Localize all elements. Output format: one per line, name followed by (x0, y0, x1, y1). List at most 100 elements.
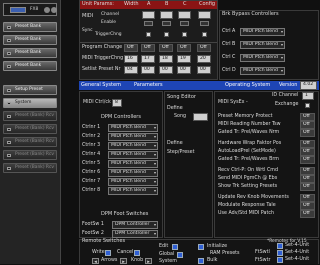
sidebar-button[interactable]: Preset (Bank) Rcv (3, 150, 57, 160)
sidebar-button[interactable]: Preset Bank (3, 48, 57, 58)
trigger-c-checkbox[interactable] (182, 32, 187, 37)
foot-select[interactable]: DPM Controller ▾ (112, 221, 158, 229)
operating-value[interactable]: Off (300, 175, 315, 183)
col-a: A (147, 1, 151, 7)
bypass-select[interactable]: MIDI Ptch Bend ▾ (240, 41, 285, 49)
dpm-select[interactable]: MIDI Ptch Bend ▾ (108, 178, 158, 186)
sidebar-button[interactable]: Preset (Bank) Rcv (3, 124, 57, 134)
trigger-b-checkbox[interactable] (164, 32, 169, 37)
sidebar-button-label: System (15, 100, 32, 105)
program-change-c[interactable]: Off (177, 44, 191, 52)
led-icon (7, 141, 11, 144)
program-change-width[interactable]: Off (124, 44, 138, 52)
sidebar-button[interactable]: Preset Bank (3, 35, 57, 45)
tab-operating-system[interactable]: Operating System (225, 81, 270, 90)
bypass-select[interactable]: MIDI Ptch Bend ▾ (240, 54, 285, 62)
dpm-select[interactable]: MIDI Ptch Bend ▾ (108, 187, 158, 195)
channel-config-field[interactable] (198, 11, 211, 19)
set-b-label: Set-4-Unit (285, 250, 310, 255)
foot-select[interactable]: DPM Controller ▾ (112, 230, 158, 238)
led-icon (7, 65, 11, 68)
trigger-row-c[interactable]: 19 (177, 55, 191, 63)
operating-value[interactable]: Off (300, 140, 315, 148)
channel-c-field[interactable] (178, 11, 191, 19)
bypass-select-value: MIDI Ptch Bend (243, 55, 278, 60)
channel-a-field[interactable] (142, 11, 155, 19)
setlist-a[interactable]: 00 (141, 66, 155, 74)
device-knob-icon (44, 7, 50, 13)
enable-b-toggle[interactable] (162, 21, 171, 26)
sidebar-button[interactable]: Setup Preset (3, 85, 57, 95)
cancel-switch[interactable] (134, 250, 140, 256)
global-switch[interactable] (177, 252, 183, 258)
program-change-b[interactable]: Off (159, 44, 173, 52)
trigger-a-checkbox[interactable] (146, 32, 151, 37)
trigger-row-b[interactable]: 18 (159, 55, 173, 63)
setlist-width[interactable]: 04 (124, 66, 138, 74)
sidebar-button[interactable]: Preset Bank (3, 61, 57, 71)
operating-label: Show Trk Setting Presets (218, 184, 278, 189)
dpm-select[interactable]: MIDI Ptch Bend ▾ (108, 133, 158, 141)
arrow-left-icon[interactable]: ◂ (92, 258, 99, 265)
dpm-select[interactable]: MIDI Ptch Bend ▾ (108, 160, 158, 168)
sidebar-button[interactable]: Preset (Bank) Rcv (3, 137, 57, 147)
operating-value[interactable]: Off (300, 129, 315, 137)
knob-right-icon[interactable]: ▸ (145, 258, 152, 265)
operating-label: Gated Tr: Prel/Waves Brm (218, 157, 279, 162)
operating-value[interactable]: Off (300, 202, 315, 210)
sync-label: Sync (82, 28, 93, 33)
bulk-label: Bulk (207, 258, 218, 263)
midi-ctrl-field[interactable]: 8 (112, 99, 122, 107)
sidebar-button-system[interactable]: System (3, 98, 57, 108)
device-icon[interactable]: FX8 (3, 3, 57, 16)
bypass-select[interactable]: MIDI Ptch Bend ▾ (240, 28, 285, 36)
col-b: B (165, 1, 169, 7)
sidebar-button[interactable]: Preset Bank (3, 22, 57, 32)
operating-label: Update Rev Knob Movements (218, 195, 289, 200)
exchange-checkbox[interactable] (305, 103, 310, 108)
dpm-select[interactable]: MIDI Ptch Bend ▾ (108, 124, 158, 132)
edit-switch[interactable] (172, 244, 178, 250)
midi-sysex-label: MIDI SysEx - (218, 100, 248, 105)
dpm-select[interactable]: MIDI Ptch Bend ▾ (108, 151, 158, 159)
sidebar-button[interactable]: Preset (Bank) Rcv (3, 163, 57, 173)
enable-config-toggle[interactable] (200, 21, 209, 26)
tab-parameters[interactable]: Parameters (134, 81, 163, 90)
set-c-switch[interactable] (277, 257, 283, 263)
operating-value[interactable]: Off (300, 210, 315, 218)
trigger-row-config[interactable]: 20 (197, 55, 211, 63)
setlist-b[interactable]: 00 (159, 66, 173, 74)
operating-value[interactable]: Off (300, 121, 315, 129)
operating-value[interactable]: Off (300, 183, 315, 191)
initialize-switch[interactable] (198, 244, 204, 250)
id-channel-field[interactable]: 1 (302, 92, 314, 100)
bypass-select-value: MIDI Ptch Bend (243, 68, 278, 73)
trigger-config-checkbox[interactable] (202, 32, 207, 37)
channel-b-field[interactable] (160, 11, 173, 19)
bypass-select[interactable]: MIDI Ptch Bend ▾ (240, 67, 285, 75)
enable-a-toggle[interactable] (144, 21, 153, 26)
trigger-row-width[interactable]: 16 (124, 55, 138, 63)
operating-value[interactable]: Off (300, 156, 315, 164)
arrow-right-icon[interactable]: ▸ (120, 258, 127, 265)
dpm-select[interactable]: MIDI Ptch Bend ▾ (108, 169, 158, 177)
program-change-a[interactable]: Off (141, 44, 155, 52)
program-change-config[interactable]: Off (197, 44, 211, 52)
write-switch[interactable] (105, 250, 111, 256)
set-a-switch[interactable] (277, 243, 283, 249)
operating-value[interactable]: Off (300, 194, 315, 202)
set-b-switch[interactable] (277, 250, 283, 256)
trigger-row-a[interactable]: 17 (141, 55, 155, 63)
setlist-c[interactable]: 00 (177, 66, 191, 74)
dpm-select[interactable]: MIDI Ptch Bend ▾ (108, 142, 158, 150)
enable-c-toggle[interactable] (180, 21, 189, 26)
operating-value[interactable]: Off (300, 167, 315, 175)
setlist-config[interactable]: 00 (197, 66, 211, 74)
col-config: Config (199, 1, 216, 7)
operating-value[interactable]: Off (300, 148, 315, 156)
song-field[interactable] (193, 113, 208, 121)
bulk-switch[interactable] (198, 258, 204, 264)
sidebar-button[interactable]: Preset (Bank) Rcv (3, 111, 57, 121)
tab-general-system[interactable]: General System (81, 81, 121, 90)
operating-value[interactable]: Off (300, 113, 315, 121)
